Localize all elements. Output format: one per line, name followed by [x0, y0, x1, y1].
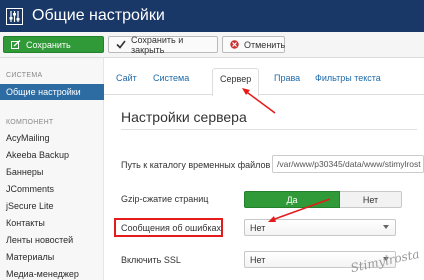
section-title: Настройки сервера [121, 109, 247, 125]
sidebar-item-contacts[interactable]: Контакты [0, 215, 104, 231]
ssl-label: Включить SSL [121, 255, 181, 265]
sidebar-heading-component: КОМПОНЕНТ [6, 119, 54, 126]
error-reporting-select[interactable]: Нет [244, 219, 396, 236]
save-button[interactable]: Сохранить [3, 36, 104, 53]
tmp-path-input[interactable]: /var/www/p30345/data/www/stimylrost [272, 155, 424, 173]
tmp-path-label: Путь к каталогу временных файлов [121, 160, 271, 170]
sidebar-heading-system: СИСТЕМА [6, 72, 43, 79]
ssl-value: Нет [250, 254, 266, 265]
save-button-label: Сохранить [26, 39, 71, 50]
tab-server[interactable]: Сервер [212, 68, 260, 96]
cancel-button[interactable]: Отменить [222, 36, 285, 53]
cancel-label: Отменить [244, 39, 286, 50]
page-title: Общие настройки [32, 7, 165, 24]
error-reporting-highlight [114, 218, 223, 237]
edit-icon [11, 40, 21, 49]
chevron-down-icon [383, 225, 389, 229]
sidebar-item-jcomments[interactable]: JComments [0, 181, 104, 197]
gzip-no-button[interactable]: Нет [340, 191, 402, 208]
sidebar: СИСТЕМА Общие настройки КОМПОНЕНТ AcyMai… [0, 58, 104, 280]
app-header: Общие настройки [0, 0, 424, 32]
sidebar-item-acymailing[interactable]: AcyMailing [0, 130, 104, 146]
check-icon [116, 40, 126, 49]
sidebar-item-akeeba-backup[interactable]: Akeeba Backup [0, 147, 104, 163]
sidebar-item-general-settings[interactable]: Общие настройки [0, 84, 104, 100]
tab-text-filters[interactable]: Фильтры текста [315, 73, 381, 83]
save-and-close-button[interactable]: Сохранить и закрыть [108, 34, 218, 55]
sidebar-item-articles[interactable]: Материалы [0, 249, 104, 265]
sidebar-item-newsfeeds[interactable]: Ленты новостей [0, 232, 104, 248]
tab-system[interactable]: Система [153, 73, 189, 83]
sidebar-item-jsecure-lite[interactable]: jSecure Lite [0, 198, 104, 214]
tab-site[interactable]: Сайт [116, 73, 137, 83]
cancel-circle-icon [230, 40, 239, 49]
gzip-yes-button[interactable]: Да [244, 191, 340, 208]
toolbar: Сохранить Сохранить и закрыть Отменить [0, 32, 424, 58]
section-divider [121, 129, 417, 130]
sidebar-item-banners[interactable]: Баннеры [0, 164, 104, 180]
sliders-icon [5, 7, 23, 25]
main-content: Сайт Система Сервер Права Фильтры текста… [104, 58, 424, 280]
save-and-close-label: Сохранить и закрыть [131, 34, 184, 55]
gzip-label: Gzip-сжатие страниц [121, 194, 209, 204]
tab-permissions[interactable]: Права [274, 73, 300, 83]
tab-bar: Сайт Система Сервер Права Фильтры текста [104, 58, 424, 96]
sidebar-item-media-manager[interactable]: Медиа-менеджер [0, 266, 104, 280]
error-reporting-value: Нет [250, 222, 266, 233]
